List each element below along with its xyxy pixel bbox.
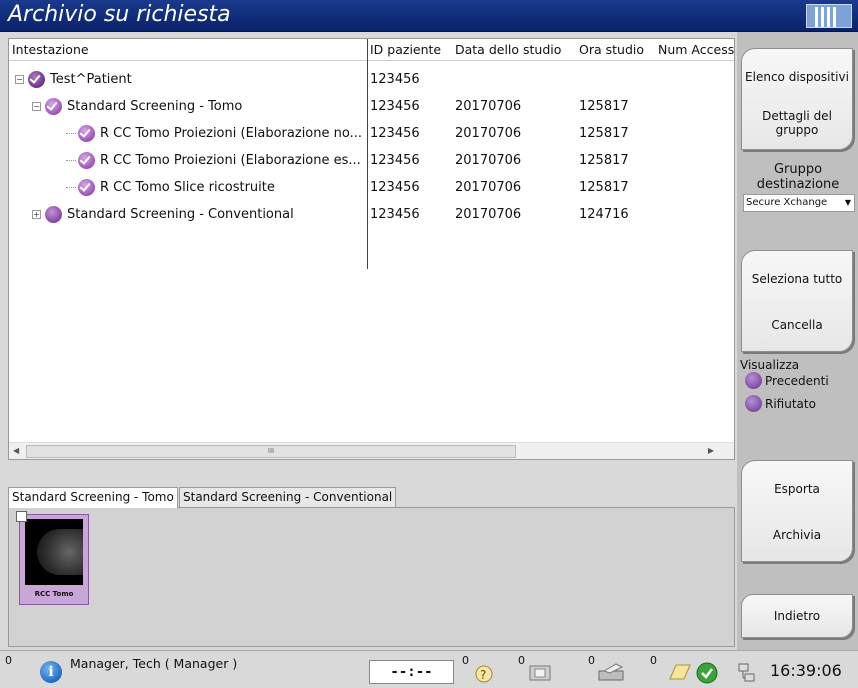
tab-standard-screening-conventional[interactable]: Standard Screening - Conventional <box>179 487 397 507</box>
study-time-cell: 124716 <box>579 207 629 222</box>
patient-id-cell: 123456 <box>370 207 420 222</box>
prior-indicator-icon <box>745 372 762 389</box>
image-thumbnail[interactable]: RCC Tomo <box>16 511 89 605</box>
show-rejected-label: Rifiutato <box>765 396 816 411</box>
column-header-accession[interactable]: Num Access <box>655 39 734 61</box>
dropdown-arrow-icon: ▼ <box>844 198 851 207</box>
table-row[interactable]: R CC Tomo Proiezioni (Elaborazione no...… <box>9 120 734 147</box>
rejected-indicator-icon <box>745 395 762 412</box>
row-label: R CC Tomo Proiezioni (Elaborazione es... <box>100 153 361 168</box>
selection-button-group: Seleziona tutto Cancella <box>741 250 853 352</box>
table-row[interactable]: + Standard Screening - Conventional 1234… <box>9 201 734 228</box>
show-prior-toggle[interactable]: Precedenti <box>745 372 829 389</box>
mammogram-thumbnail-image <box>25 519 83 585</box>
collapse-icon[interactable]: − <box>32 102 41 111</box>
checkmark-icon[interactable] <box>695 661 719 684</box>
logged-in-user[interactable]: Manager, Tech ( Manager ) <box>70 656 237 671</box>
window-title: Archivio su richiesta <box>8 2 231 27</box>
row-label: Standard Screening - Tomo <box>67 99 243 114</box>
patient-id-cell: 123456 <box>370 153 420 168</box>
device-button-group: Elenco dispositivi Dettagli del gruppo <box>741 48 853 150</box>
notes-icon[interactable] <box>666 661 691 683</box>
destination-group-label: Gruppo destinazione <box>756 162 840 192</box>
status-bar: 0 i Manager, Tech ( Manager ) --:-- 0 ? … <box>0 650 858 687</box>
destination-group-value: Secure Xchange <box>746 197 828 208</box>
hologic-logo-icon <box>806 4 852 28</box>
patient-id-cell: 123456 <box>370 126 420 141</box>
thumbnail-label: RCC Tomo <box>34 590 74 598</box>
count-badge: 0 <box>518 654 525 667</box>
patient-id-cell: 123456 <box>370 99 420 114</box>
group-details-button[interactable]: Dettagli del gruppo <box>742 105 852 141</box>
table-row[interactable]: R CC Tomo Proiezioni (Elaborazione es...… <box>9 147 734 174</box>
study-time-cell: 125817 <box>579 153 629 168</box>
table-row[interactable]: − Test^Patient 123456 <box>9 66 734 93</box>
clear-button[interactable]: Cancella <box>742 307 852 343</box>
show-label: Visualizza <box>740 358 800 372</box>
patient-id-cell: 123456 <box>370 72 420 87</box>
study-time-cell: 125817 <box>579 126 629 141</box>
study-time-cell: 125817 <box>579 99 629 114</box>
study-date-cell: 20170706 <box>455 180 522 195</box>
media-icon[interactable] <box>526 661 551 683</box>
column-header-study-date[interactable]: Data dello studio <box>452 39 576 61</box>
archive-button[interactable]: Archivia <box>742 517 852 553</box>
exposure-timer: --:-- <box>369 660 454 684</box>
scroll-left-icon[interactable]: ◀ <box>13 446 19 455</box>
thumbnail-panel: RCC Tomo <box>8 507 735 647</box>
count-badge: 0 <box>650 654 657 667</box>
checked-status-icon <box>78 179 95 196</box>
export-button[interactable]: Esporta <box>742 471 852 507</box>
study-time-cell: 125817 <box>579 180 629 195</box>
checked-status-icon <box>45 98 62 115</box>
network-icon[interactable] <box>735 661 759 683</box>
horizontal-scrollbar[interactable]: ◀ III ▶ <box>9 442 734 459</box>
collapse-icon[interactable]: − <box>15 75 24 84</box>
device-list-button[interactable]: Elenco dispositivi <box>742 59 852 95</box>
checked-status-icon <box>28 71 45 88</box>
row-label: Test^Patient <box>50 72 132 87</box>
study-date-cell: 20170706 <box>455 207 522 222</box>
expand-icon[interactable]: + <box>32 210 41 219</box>
show-prior-label: Precedenti <box>765 373 829 388</box>
study-grid: Intestazione ID paziente Data dello stud… <box>8 38 735 460</box>
select-all-button[interactable]: Seleziona tutto <box>742 261 852 297</box>
destination-group-select[interactable]: Secure Xchange ▼ <box>743 194 855 212</box>
thumbnail-checkbox[interactable] <box>16 511 27 522</box>
help-icon[interactable]: ? <box>472 661 496 683</box>
back-button[interactable]: Indietro <box>741 594 853 638</box>
export-button-group: Esporta Archivia <box>741 460 853 562</box>
info-icon[interactable]: i <box>40 661 62 683</box>
row-label: Standard Screening - Conventional <box>67 207 294 222</box>
grid-header: Intestazione ID paziente Data dello stud… <box>9 39 734 61</box>
scroll-right-icon[interactable]: ▶ <box>708 446 714 455</box>
title-bar: Archivio su richiesta <box>0 0 858 32</box>
table-row[interactable]: − Standard Screening - Tomo 123456 20170… <box>9 93 734 120</box>
alert-count: 0 <box>5 654 12 667</box>
column-header-study-time[interactable]: Ora studio <box>576 39 655 61</box>
row-label: R CC Tomo Proiezioni (Elaborazione no... <box>100 126 362 141</box>
status-icon <box>45 206 62 223</box>
tab-standard-screening-tomo[interactable]: Standard Screening - Tomo <box>8 487 178 508</box>
svg-text:?: ? <box>480 668 486 682</box>
table-row[interactable]: R CC Tomo Slice ricostruite 123456 20170… <box>9 174 734 201</box>
system-time: 16:39:06 <box>770 661 842 680</box>
patient-id-cell: 123456 <box>370 180 420 195</box>
count-badge: 0 <box>588 654 595 667</box>
count-badge: 0 <box>462 654 469 667</box>
study-date-cell: 20170706 <box>455 126 522 141</box>
checked-status-icon <box>78 152 95 169</box>
column-header-intestazione[interactable]: Intestazione <box>9 39 367 61</box>
row-label: R CC Tomo Slice ricostruite <box>100 180 275 195</box>
scrollbar-thumb[interactable]: III <box>26 445 516 458</box>
column-header-patient-id[interactable]: ID paziente <box>367 39 452 61</box>
study-date-cell: 20170706 <box>455 99 522 114</box>
printer-icon[interactable] <box>596 661 624 683</box>
study-date-cell: 20170706 <box>455 153 522 168</box>
checked-status-icon <box>78 125 95 142</box>
right-panel: Elenco dispositivi Dettagli del gruppo G… <box>737 32 858 650</box>
show-rejected-toggle[interactable]: Rifiutato <box>745 395 816 412</box>
